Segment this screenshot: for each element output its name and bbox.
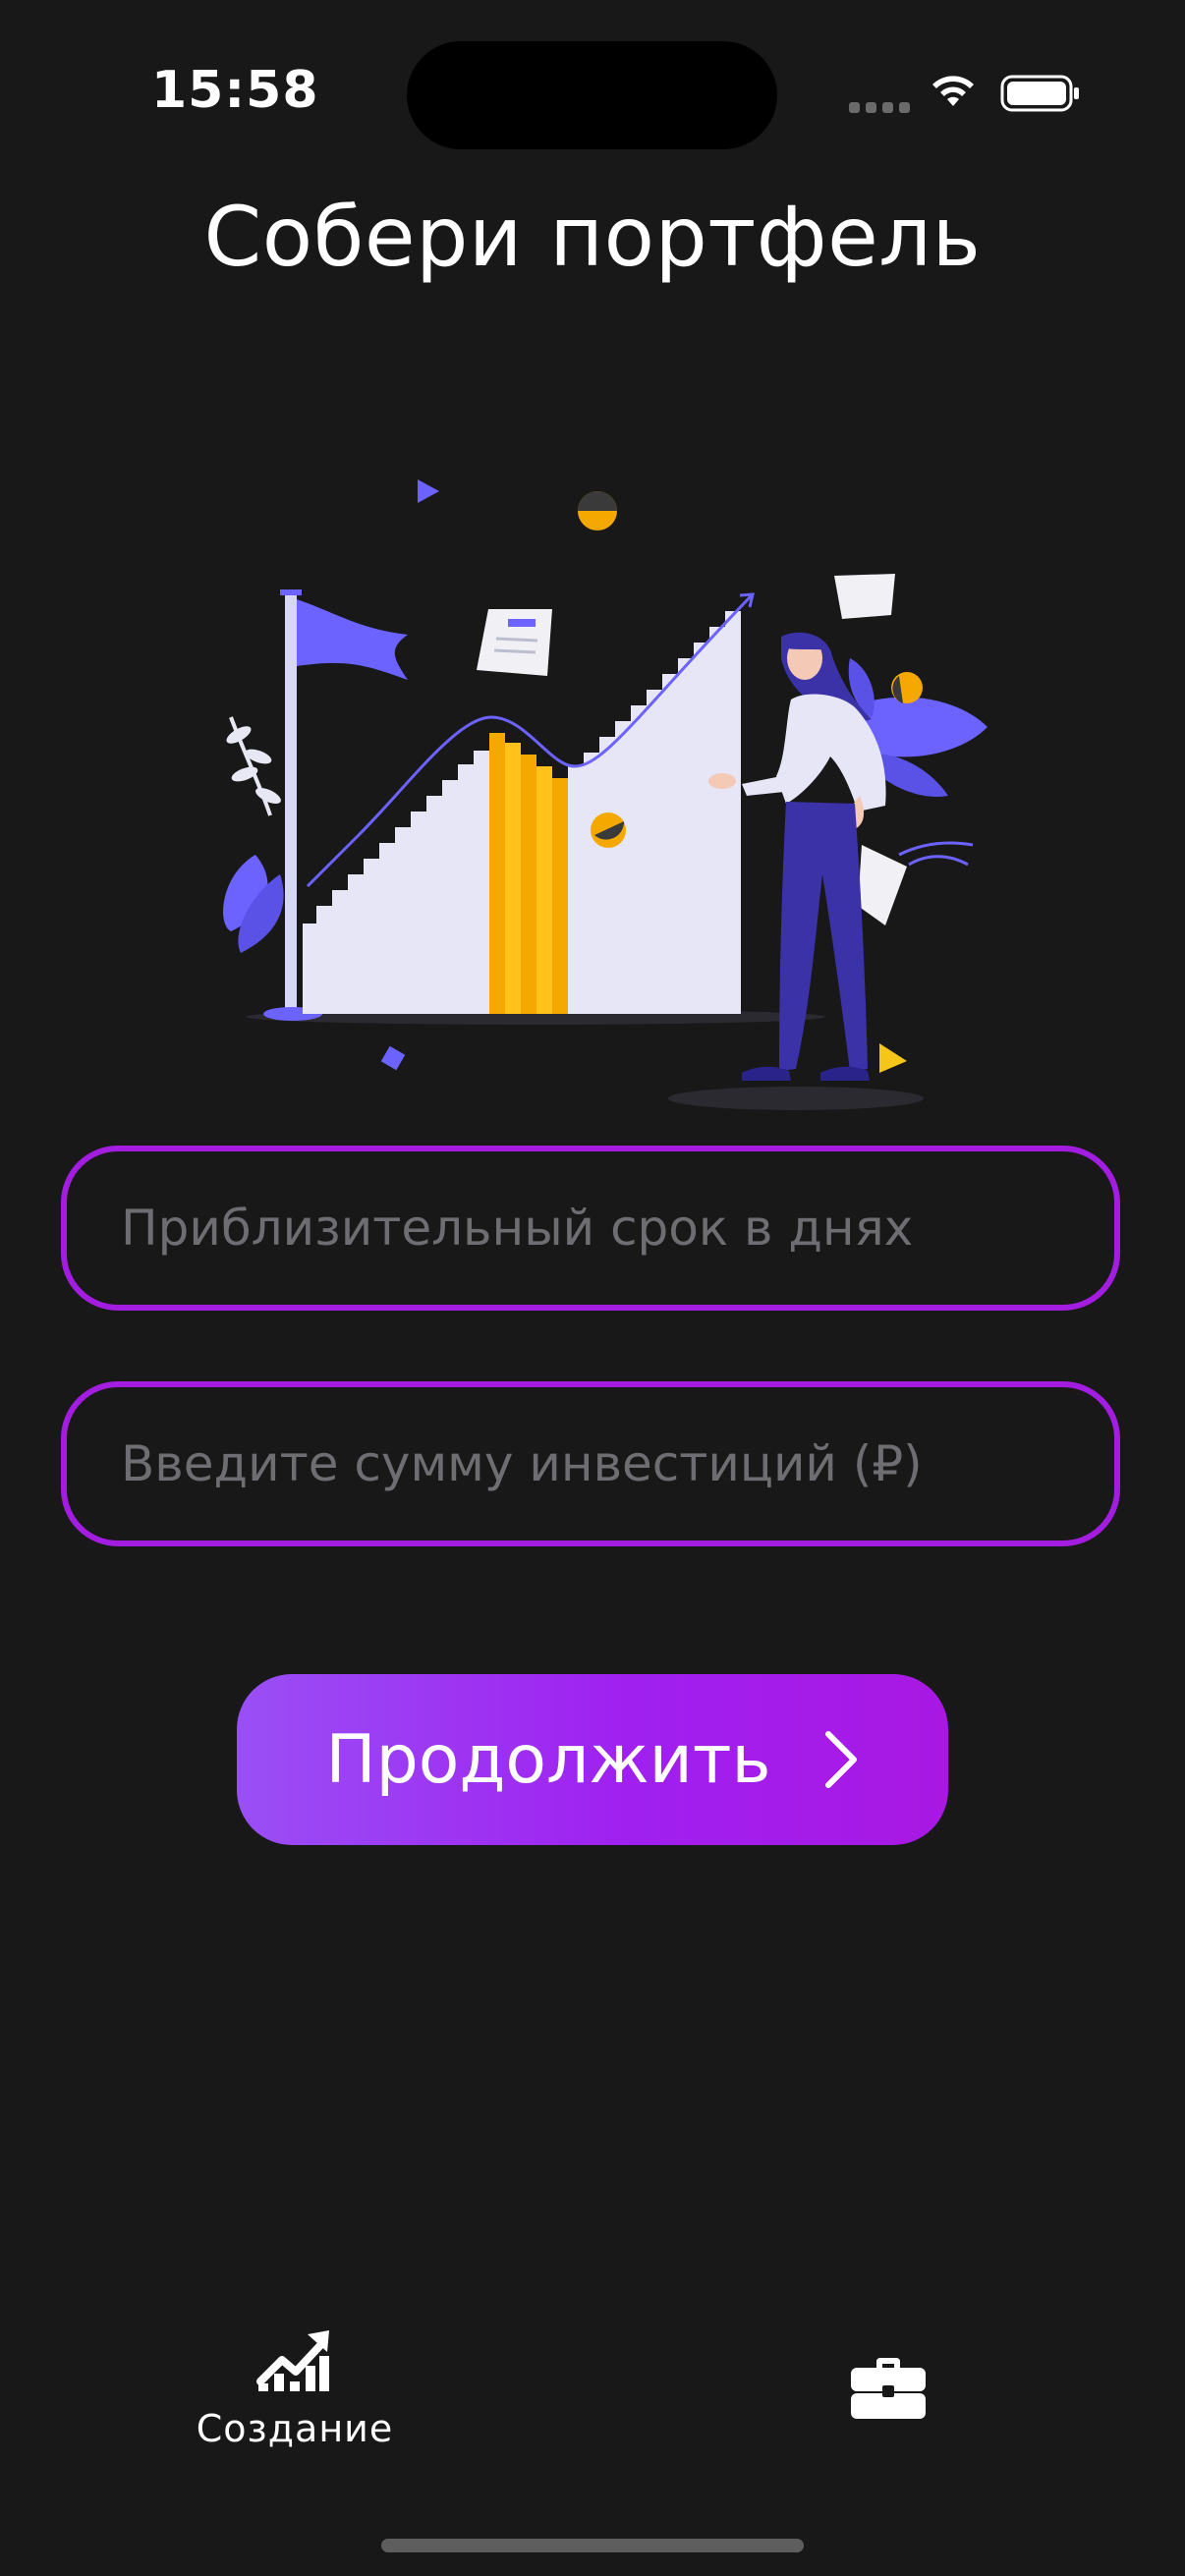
days-input[interactable] — [67, 1151, 1114, 1305]
wifi-icon — [932, 76, 974, 106]
cellular-signal-icon — [849, 102, 910, 113]
dynamic-island — [407, 41, 777, 149]
chevron-right-icon — [824, 1731, 857, 1788]
tab-portfolio[interactable] — [845, 2356, 931, 2421]
investment-illustration — [223, 479, 988, 1110]
days-field[interactable] — [61, 1146, 1120, 1311]
amount-field[interactable] — [61, 1381, 1120, 1546]
status-time: 15:58 — [151, 61, 319, 120]
continue-button-label: Продолжить — [325, 1720, 771, 1799]
amount-input[interactable] — [67, 1387, 1114, 1540]
screen: 15:58 Собери портфель Приблизительный ср… — [0, 0, 1185, 2576]
continue-button[interactable]: Продолжить — [237, 1674, 948, 1845]
chart-up-icon — [256, 2330, 329, 2391]
battery-icon — [1000, 75, 1079, 112]
tab-create-label: Создание — [196, 2407, 394, 2450]
tab-create[interactable]: Создание — [197, 2326, 393, 2450]
page-title: Собери портфель — [203, 189, 982, 285]
briefcase-icon — [851, 2358, 926, 2419]
home-indicator — [381, 2539, 804, 2552]
